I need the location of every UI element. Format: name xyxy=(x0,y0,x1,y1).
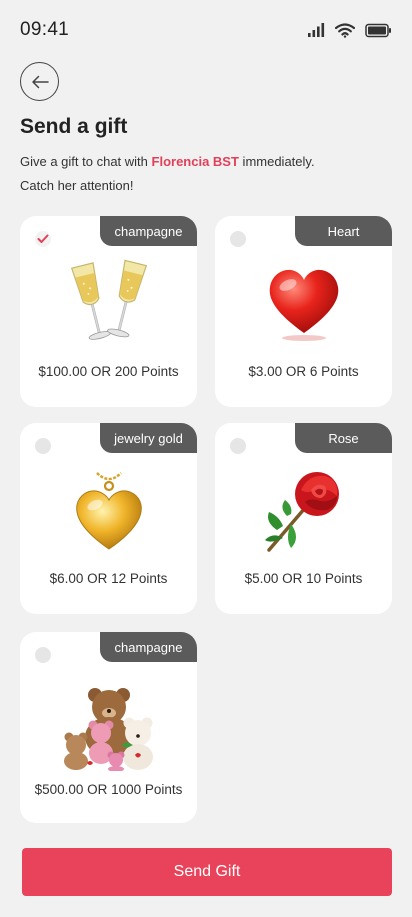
gift-tag: Rose xyxy=(295,423,392,453)
gift-radio[interactable] xyxy=(230,438,246,454)
status-time: 09:41 xyxy=(20,19,70,40)
subtitle-prefix: Give a gift to chat with xyxy=(20,154,152,169)
gift-tag: champagne xyxy=(100,632,197,662)
gift-card-rose[interactable]: Rose $5.00 OR 10 Points xyxy=(215,423,392,614)
champagne-glasses-icon xyxy=(70,259,147,340)
arrow-left-icon xyxy=(31,75,49,88)
gift-price: $6.00 OR 12 Points xyxy=(49,571,168,586)
status-icons xyxy=(307,22,392,38)
gift-price: $100.00 OR 200 Points xyxy=(38,364,179,379)
gift-card-teddy-bears[interactable]: champagne $500.00 OR 1000 Points xyxy=(20,632,197,823)
gift-radio[interactable] xyxy=(35,647,51,663)
heart-icon xyxy=(269,269,338,341)
gift-card-champagne[interactable]: champagne $100.00 OR 200 Points xyxy=(20,216,197,407)
gift-image xyxy=(215,254,392,354)
status-bar: 09:41 xyxy=(0,0,412,62)
battery-icon xyxy=(365,23,391,37)
gold-heart-pendant-icon xyxy=(75,472,142,550)
send-gift-button[interactable]: Send Gift xyxy=(22,848,392,896)
teddy-bears-icon xyxy=(63,688,153,771)
gift-image xyxy=(215,461,392,561)
subtitle-suffix: immediately. xyxy=(238,154,315,169)
gift-card-jewelry-gold[interactable]: jewelry gold $6.00 OR 12 Points xyxy=(20,423,197,614)
subtitle: Give a gift to chat with Florencia BST i… xyxy=(20,150,400,198)
gift-price: $3.00 OR 6 Points xyxy=(248,364,359,379)
gift-card-heart[interactable]: Heart $3.00 OR 6 Points xyxy=(215,216,392,407)
checkmark-icon xyxy=(37,234,49,243)
subtitle-line2: Catch her attention! xyxy=(20,178,134,193)
rose-icon xyxy=(264,472,339,552)
gift-price: $5.00 OR 10 Points xyxy=(244,571,363,586)
gift-radio[interactable] xyxy=(35,438,51,454)
gift-tag: champagne xyxy=(100,216,197,246)
wifi-icon xyxy=(335,22,355,38)
gift-tag: Heart xyxy=(295,216,392,246)
signal-icon xyxy=(308,23,325,37)
gift-image xyxy=(20,461,197,561)
gift-radio[interactable] xyxy=(230,231,246,247)
gift-radio-selected[interactable] xyxy=(35,231,51,247)
gift-image xyxy=(20,254,197,354)
gift-price: $500.00 OR 1000 Points xyxy=(34,782,183,797)
back-button[interactable] xyxy=(20,62,59,101)
recipient-name: Florencia BST xyxy=(151,154,239,169)
page-title: Send a gift xyxy=(20,115,128,138)
gift-image xyxy=(20,678,197,778)
gift-tag: jewelry gold xyxy=(100,423,197,453)
